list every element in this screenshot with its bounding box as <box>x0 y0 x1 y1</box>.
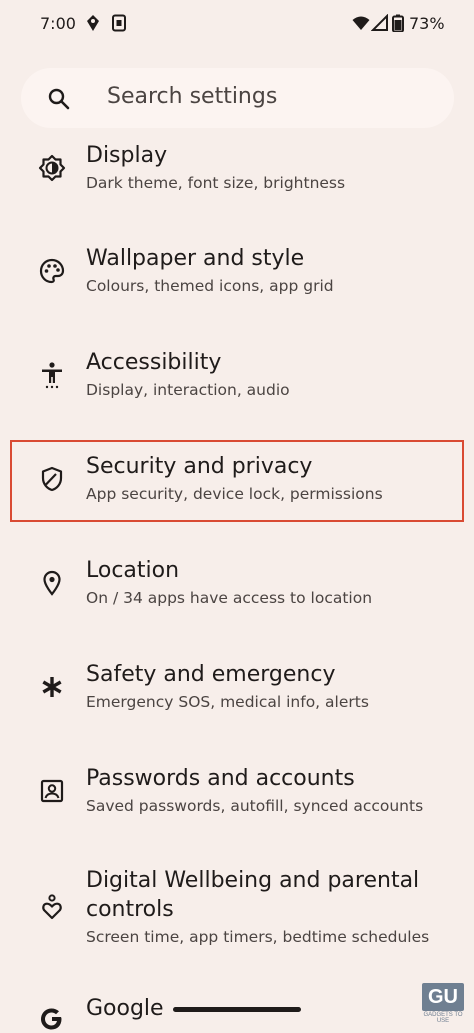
settings-item-wallpaper[interactable]: Wallpaper and style Colours, themed icon… <box>0 243 474 313</box>
battery-icon <box>392 14 404 32</box>
location-icon <box>87 15 99 31</box>
google-icon <box>41 1008 62 1030</box>
settings-item-title: Wallpaper and style <box>86 246 305 271</box>
settings-item-location[interactable]: Location On / 34 apps have access to loc… <box>0 555 474 625</box>
settings-item-title-line2: controls <box>86 897 174 922</box>
settings-item-subtitle: App security, device lock, permissions <box>86 485 383 503</box>
search-placeholder: Search settings <box>107 84 278 109</box>
settings-item-title: Passwords and accounts <box>86 766 355 791</box>
settings-item-accessibility[interactable]: Accessibility Display, interaction, audi… <box>0 347 474 417</box>
status-bar: 7:00 73% <box>0 0 474 48</box>
location-pin-icon <box>43 570 61 596</box>
wellbeing-icon <box>42 894 62 920</box>
settings-item-subtitle: Screen time, app timers, bedtime schedul… <box>86 928 430 946</box>
palette-icon <box>39 258 65 284</box>
settings-item-subtitle: Saved passwords, autofill, synced accoun… <box>86 797 424 815</box>
settings-item-security[interactable]: Security and privacy App security, devic… <box>0 451 474 521</box>
settings-item-display[interactable]: Display Dark theme, font size, brightnes… <box>0 140 474 210</box>
battery-percentage: 73% <box>409 14 445 33</box>
settings-item-safety[interactable]: Safety and emergency Emergency SOS, medi… <box>0 659 474 729</box>
settings-item-subtitle: Emergency SOS, medical info, alerts <box>86 693 369 711</box>
settings-item-digital-wellbeing[interactable]: Digital Wellbeing and parental controls … <box>0 865 474 951</box>
settings-item-subtitle: Dark theme, font size, brightness <box>86 174 346 192</box>
settings-item-title-line1: Digital Wellbeing and parental <box>86 868 420 893</box>
settings-item-title: Safety and emergency <box>86 662 336 687</box>
settings-item-title: Security and privacy <box>86 454 313 479</box>
settings-item-title: Google <box>86 996 164 1021</box>
search-icon <box>48 88 70 110</box>
wifi-icon <box>352 16 370 30</box>
watermark-logo: GU GADGETS TO USE <box>418 983 468 1024</box>
settings-item-subtitle: Colours, themed icons, app grid <box>86 277 334 295</box>
settings-item-passwords[interactable]: Passwords and accounts Saved passwords, … <box>0 763 474 833</box>
sim-icon <box>112 14 126 32</box>
gesture-navigation-handle[interactable] <box>173 1007 301 1012</box>
settings-item-subtitle: Display, interaction, audio <box>86 381 290 399</box>
brightness-icon <box>38 154 66 182</box>
search-bar[interactable]: Search settings <box>21 68 454 128</box>
status-time: 7:00 <box>40 14 76 33</box>
watermark-logo-mark: GU <box>422 983 464 1011</box>
settings-item-title: Accessibility <box>86 350 222 375</box>
settings-item-subtitle: On / 34 apps have access to location <box>86 589 373 607</box>
watermark-text: GADGETS TO USE <box>423 1012 463 1024</box>
accessibility-icon <box>42 362 62 389</box>
shield-icon <box>41 466 63 492</box>
asterisk-icon <box>42 677 62 697</box>
settings-item-title: Display <box>86 143 168 168</box>
signal-icon <box>371 14 388 31</box>
account-box-icon <box>40 779 64 803</box>
settings-item-title: Location <box>86 558 180 583</box>
